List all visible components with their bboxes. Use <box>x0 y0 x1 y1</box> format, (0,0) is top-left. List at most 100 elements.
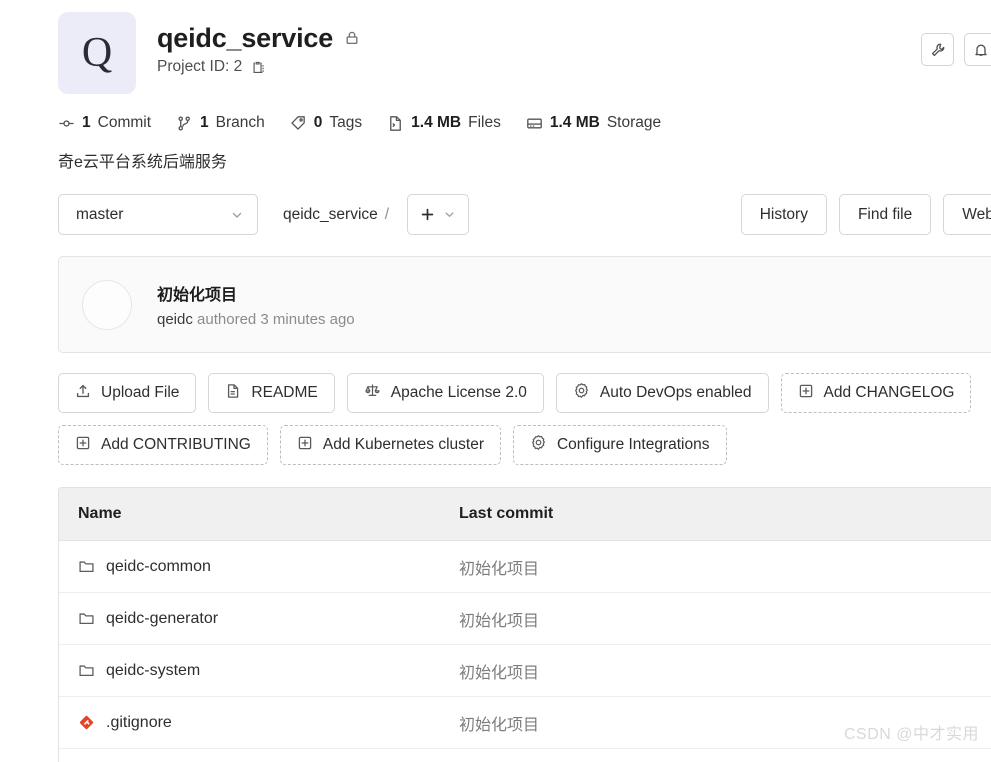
stat-tags-label: Tags <box>329 114 363 131</box>
project-id-label: Project ID: 2 <box>157 58 243 76</box>
avatar-letter: Q <box>81 30 113 76</box>
branch-selector[interactable]: master <box>58 194 258 235</box>
folder-icon <box>78 662 95 679</box>
history-button[interactable]: History <box>740 194 827 235</box>
table-row[interactable]: qeidc-common 初始化项目 <box>59 541 991 593</box>
stat-branches-value: 1 <box>200 114 209 131</box>
stat-tags[interactable]: 0 Tags <box>290 114 362 132</box>
avatar <box>82 279 132 330</box>
folder-icon <box>78 558 95 575</box>
table-header-row: Name Last commit <box>59 488 991 541</box>
file-name-cell: qeidc-system <box>59 662 459 680</box>
auto-devops-label: Auto DevOps enabled <box>599 384 752 401</box>
configure-integrations-label: Configure Integrations <box>556 436 710 453</box>
breadcrumb-separator: / <box>384 205 390 223</box>
add-kubernetes-cluster-label: Add Kubernetes cluster <box>322 436 484 453</box>
project-description: 奇e云平台系统后端服务 <box>58 154 227 171</box>
branch-selector-label: master <box>76 205 124 223</box>
project-header: Q qeidc_service Project ID: 2 <box>0 0 991 94</box>
table-row[interactable] <box>59 749 991 762</box>
stat-storage-value: 1.4 MB <box>549 114 600 131</box>
table-row[interactable]: qeidc-system 初始化项目 <box>59 645 991 697</box>
project-meta: qeidc_service Project ID: 2 <box>157 12 360 76</box>
top-action-buttons <box>921 33 991 66</box>
table-row[interactable]: .gitignore 初始化项目 <box>59 697 991 749</box>
file-last-commit[interactable]: 初始化项目 <box>459 659 991 683</box>
auto-devops-button[interactable]: Auto DevOps enabled <box>555 373 769 413</box>
repo-action-buttons: Upload File README Apache License 2.0 Au… <box>0 353 991 465</box>
commit-author[interactable]: qeidc <box>157 311 193 328</box>
file-last-commit[interactable]: 初始化项目 <box>459 607 991 631</box>
commit-message[interactable]: 初始化项目 <box>157 281 355 305</box>
lock-icon <box>344 30 360 46</box>
configure-integrations-button[interactable]: Configure Integrations <box>512 425 727 465</box>
git-file-icon <box>78 714 95 731</box>
stat-files-label: Files <box>468 114 501 131</box>
stat-commits-value: 1 <box>82 114 91 131</box>
commit-timestamp: authored 3 minutes ago <box>197 311 355 328</box>
stat-storage-label: Storage <box>606 114 662 131</box>
plus-square-icon <box>75 435 91 456</box>
add-changelog-button[interactable]: Add CHANGELOG <box>780 373 972 413</box>
column-header-last-commit: Last commit <box>459 505 554 522</box>
stat-storage[interactable]: 1.4 MB Storage <box>526 114 661 132</box>
file-name[interactable]: .gitignore <box>106 714 172 732</box>
file-name[interactable]: qeidc-generator <box>106 610 218 628</box>
file-name-cell: .gitignore <box>59 714 459 732</box>
folder-icon <box>78 610 95 627</box>
breadcrumb-root[interactable]: qeidc_service <box>283 206 378 224</box>
find-file-button[interactable]: Find file <box>838 194 932 235</box>
license-label: Apache License 2.0 <box>390 384 527 401</box>
file-name-cell: qeidc-common <box>59 558 459 576</box>
stat-branches[interactable]: 1 Branch <box>176 114 265 132</box>
stat-tags-value: 0 <box>313 114 323 131</box>
notifications-button[interactable] <box>964 33 991 66</box>
stat-branches-label: Branch <box>215 114 265 131</box>
add-changelog-label: Add CHANGELOG <box>823 384 955 401</box>
toolbar-right-buttons: History Find file Web IDE <box>740 194 991 235</box>
project-title-row: qeidc_service <box>157 24 360 52</box>
file-list-table: Name Last commit qeidc-common 初始化项目 qeid… <box>58 487 991 762</box>
page-title: qeidc_service <box>157 23 334 53</box>
chevron-down-icon <box>443 208 456 221</box>
add-kubernetes-cluster-button[interactable]: Add Kubernetes cluster <box>279 425 501 465</box>
plus-square-icon <box>297 435 313 456</box>
add-contributing-label: Add CONTRIBUTING <box>101 436 251 453</box>
upload-icon <box>75 383 91 404</box>
plus-square-icon <box>798 383 814 404</box>
project-id-row: Project ID: 2 <box>157 58 360 76</box>
commit-info: 初始化项目 qeidc authored 3 minutes ago <box>157 281 355 328</box>
file-name[interactable]: qeidc-system <box>106 662 200 680</box>
readme-button[interactable]: README <box>208 373 335 413</box>
file-name-cell: qeidc-generator <box>59 610 459 628</box>
license-button[interactable]: Apache License 2.0 <box>346 373 544 413</box>
add-contributing-button[interactable]: Add CONTRIBUTING <box>58 425 268 465</box>
gitlab-project-page: Q qeidc_service Project ID: 2 1 Commit 1… <box>0 0 991 762</box>
license-scale-icon <box>364 382 381 404</box>
file-last-commit[interactable]: 初始化项目 <box>459 555 991 579</box>
upload-file-label: Upload File <box>101 384 180 401</box>
file-name[interactable]: qeidc-common <box>106 558 211 576</box>
commit-meta: qeidc authored 3 minutes ago <box>157 311 355 328</box>
chevron-down-icon <box>230 208 244 222</box>
upload-file-button[interactable]: Upload File <box>58 373 197 413</box>
column-header-name: Name <box>78 505 122 522</box>
copy-icon[interactable] <box>251 60 266 75</box>
gear-icon <box>530 434 547 456</box>
gear-icon <box>573 382 590 404</box>
stat-files[interactable]: 1.4 MB Files <box>387 114 501 132</box>
stat-files-value: 1.4 MB <box>411 114 462 131</box>
stat-commits-label: Commit <box>97 114 152 131</box>
add-to-repo-button[interactable] <box>407 194 470 235</box>
readme-label: README <box>251 384 318 401</box>
readme-icon <box>225 383 241 404</box>
settings-wrench-button[interactable] <box>921 33 954 66</box>
table-row[interactable]: qeidc-generator 初始化项目 <box>59 593 991 645</box>
stat-commits[interactable]: 1 Commit <box>58 114 151 132</box>
web-ide-button[interactable]: Web IDE <box>943 194 991 235</box>
file-last-commit[interactable]: 初始化项目 <box>459 711 991 735</box>
project-avatar: Q <box>58 12 136 94</box>
breadcrumb: qeidc_service / <box>283 206 389 224</box>
project-stats: 1 Commit 1 Branch 0 Tags 1.4 MB Files 1.… <box>0 94 991 132</box>
repo-toolbar: master qeidc_service / History Find file… <box>0 172 991 235</box>
